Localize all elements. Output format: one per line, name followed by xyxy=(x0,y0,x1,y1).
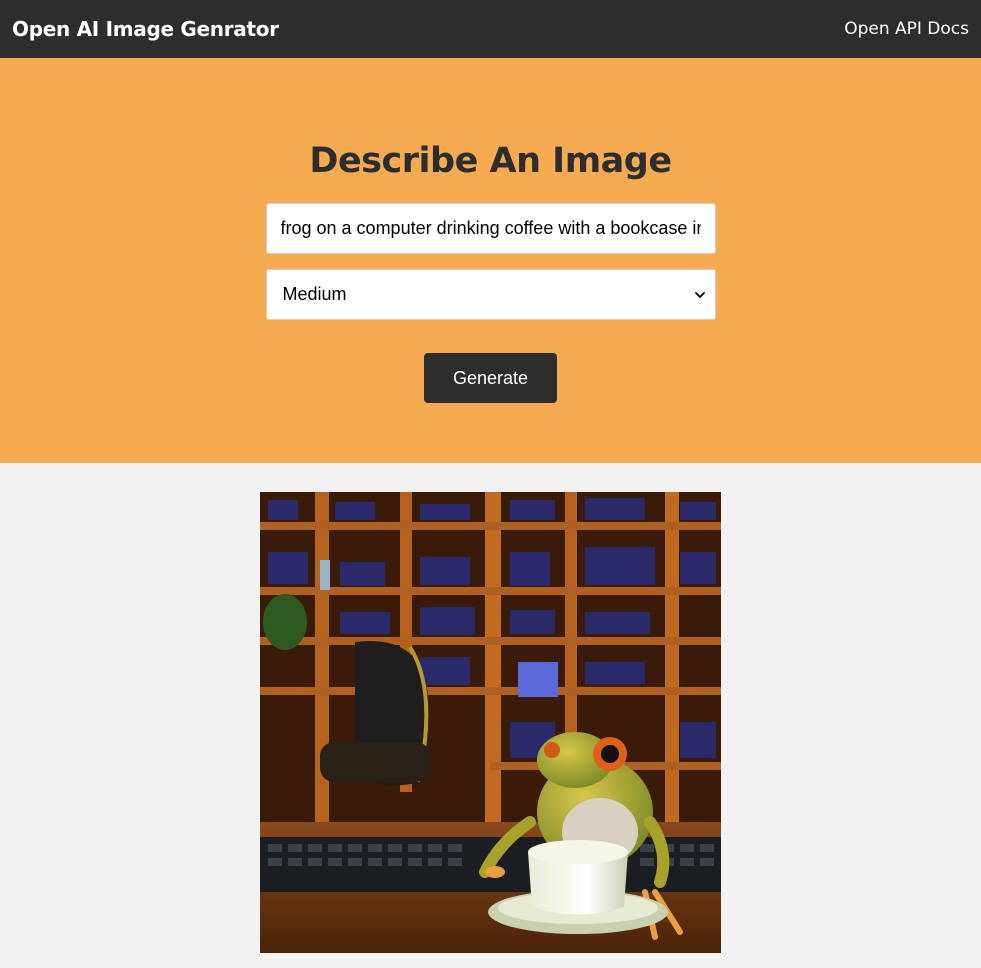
size-select[interactable]: Medium xyxy=(265,269,716,320)
site-logo[interactable]: Open AI Image Genrator xyxy=(12,17,279,41)
generated-image xyxy=(260,492,721,953)
result-section xyxy=(0,463,981,953)
navbar: Open AI Image Genrator Open API Docs xyxy=(0,0,981,58)
prompt-section: Describe An Image Medium Generate xyxy=(0,58,981,463)
generate-button[interactable]: Generate xyxy=(424,353,557,403)
prompt-input[interactable] xyxy=(265,203,716,254)
api-docs-link[interactable]: Open API Docs xyxy=(844,19,969,39)
chevron-down-icon xyxy=(694,291,705,298)
page-title: Describe An Image xyxy=(309,141,672,181)
size-select-value: Medium xyxy=(282,284,347,304)
